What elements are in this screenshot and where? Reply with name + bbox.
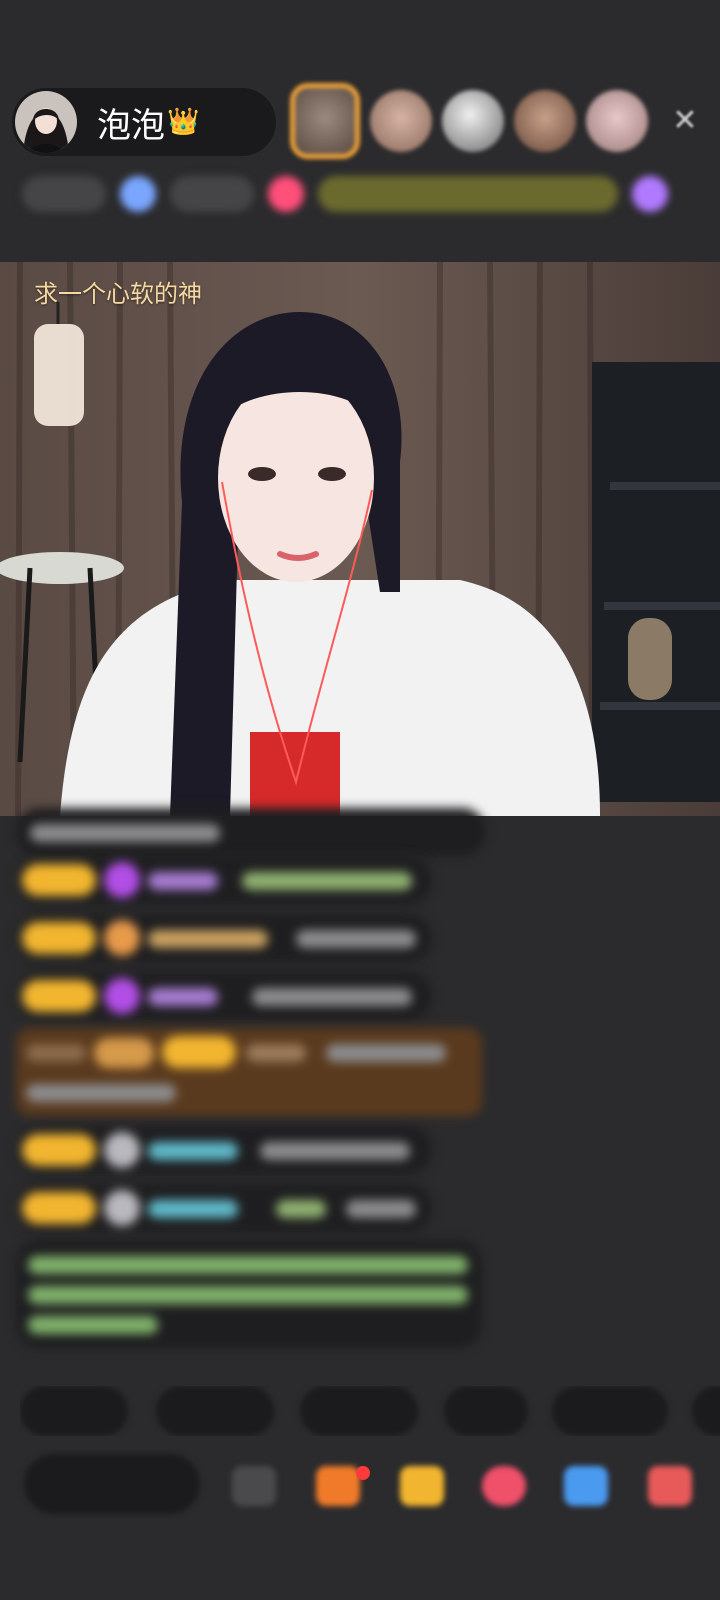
status-badge[interactable]: [170, 176, 254, 212]
status-badge[interactable]: [120, 176, 156, 212]
fan-badge-icon: [104, 920, 140, 956]
bottom-toolbar[interactable]: [0, 1452, 720, 1516]
live-video[interactable]: 求一个心软的神: [0, 262, 720, 816]
chat-bubble-icon[interactable]: [482, 1466, 526, 1506]
viewer-avatar[interactable]: [290, 83, 360, 159]
host-name: 泡泡: [97, 105, 165, 146]
status-badge-row[interactable]: [22, 170, 702, 218]
chat-message[interactable]: [16, 1126, 432, 1174]
chat-input[interactable]: [24, 1454, 200, 1514]
quick-reply-chip[interactable]: [156, 1386, 274, 1436]
chat-message-system[interactable]: [16, 1240, 482, 1348]
host-info-pill[interactable]: 泡泡 👑: [12, 88, 276, 156]
chat-message[interactable]: [16, 914, 432, 962]
viewer-avatar[interactable]: [442, 90, 504, 152]
level-badge: [162, 1036, 236, 1068]
viewer-avatar[interactable]: [514, 90, 576, 152]
viewer-avatar[interactable]: [586, 90, 648, 152]
notification-dot: [356, 1466, 370, 1480]
quick-reply-chip[interactable]: [444, 1386, 528, 1436]
status-badge[interactable]: [268, 176, 304, 212]
status-badge[interactable]: [318, 176, 618, 212]
level-badge: [22, 1134, 96, 1166]
quick-reply-chips[interactable]: [20, 1386, 720, 1436]
red-envelope-icon[interactable]: [316, 1466, 360, 1506]
chat-message[interactable]: [16, 856, 432, 904]
diamond-icon: [104, 862, 140, 898]
host-avatar[interactable]: [15, 91, 77, 153]
crown-icon: 👑: [167, 107, 200, 137]
level-badge: [22, 1192, 96, 1224]
close-icon[interactable]: ✕: [668, 104, 702, 138]
quick-reply-chip[interactable]: [552, 1386, 668, 1436]
more-apps-icon[interactable]: [648, 1466, 692, 1506]
chat-message[interactable]: [16, 808, 486, 856]
status-badge[interactable]: [22, 176, 106, 212]
chat-message[interactable]: [16, 972, 432, 1020]
top-viewers-list[interactable]: [290, 82, 648, 160]
chat-message-highlighted[interactable]: [16, 1028, 482, 1116]
user-avatar-icon: [104, 1190, 140, 1226]
diamond-icon: [104, 978, 140, 1014]
status-badge[interactable]: [632, 176, 668, 212]
level-badge: [22, 980, 96, 1012]
quick-reply-chip[interactable]: [692, 1386, 720, 1436]
level-badge: [22, 864, 96, 896]
user-avatar-icon: [104, 1132, 140, 1168]
game-controller-icon[interactable]: [564, 1466, 608, 1506]
quick-reply-chip[interactable]: [20, 1386, 128, 1436]
chat-message[interactable]: [16, 1184, 432, 1232]
level-badge: [22, 922, 96, 954]
emoji-icon[interactable]: [232, 1466, 276, 1506]
viewer-avatar[interactable]: [370, 90, 432, 152]
gift-box-icon[interactable]: [400, 1466, 444, 1506]
stream-caption: 求一个心软的神: [34, 280, 202, 308]
quick-reply-chip[interactable]: [300, 1386, 418, 1436]
